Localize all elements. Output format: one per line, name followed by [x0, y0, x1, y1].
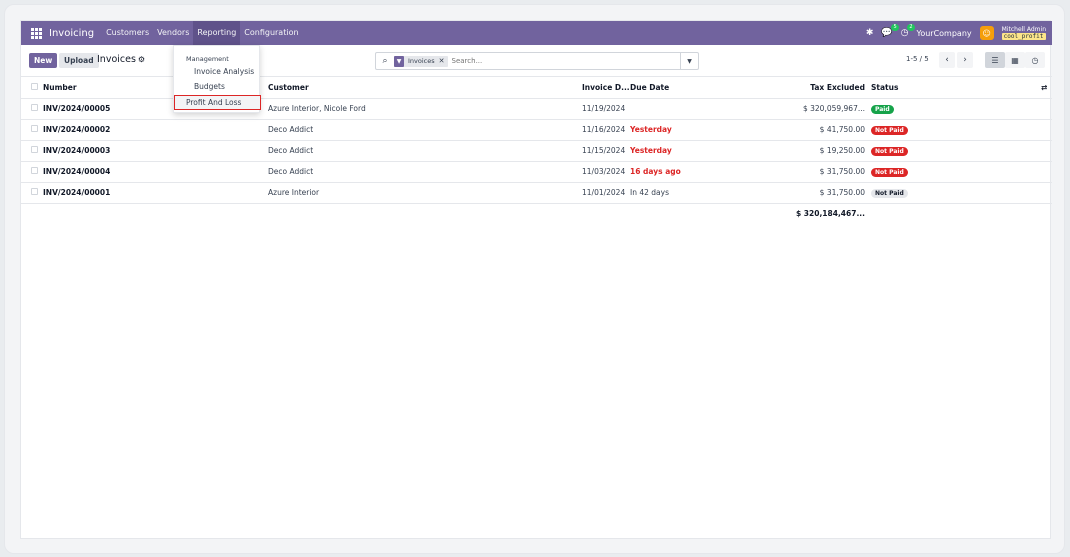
menu-reporting[interactable]: Reporting: [193, 21, 241, 45]
search-icon: ⌕: [382, 56, 388, 66]
chat-icon[interactable]: 💬 5: [881, 24, 899, 38]
status-badge: Not Paid: [871, 167, 908, 177]
column-tax-excluded[interactable]: Tax Excluded: [750, 77, 871, 99]
status-badge: Not Paid: [871, 188, 908, 198]
total-tax-excluded: $ 320,184,467...: [795, 209, 865, 219]
search-input[interactable]: [451, 57, 680, 65]
top-navbar: Invoicing Customers Vendors Reporting Co…: [21, 21, 1052, 45]
invoice-tax-excluded: $ 41,750.00: [750, 119, 871, 141]
invoice-date: 11/03/2024: [582, 161, 630, 183]
row-checkbox[interactable]: [31, 167, 38, 174]
status-badge: Not Paid: [871, 125, 908, 135]
invoice-number: INV/2024/00004: [43, 161, 268, 183]
status-badge: Paid: [871, 104, 894, 114]
pager-value[interactable]: 1-5 / 5: [906, 55, 929, 63]
menu-configuration[interactable]: Configuration: [240, 21, 302, 45]
invoice-tax-excluded: $ 320,059,967...: [750, 98, 871, 120]
invoice-date: 11/16/2024: [582, 119, 630, 141]
kanban-view-button[interactable]: ▦: [1005, 52, 1025, 68]
menu-item-invoice-analysis[interactable]: Invoice Analysis: [194, 67, 254, 76]
search-options-toggle[interactable]: ▼: [680, 53, 698, 69]
invoice-number: INV/2024/00002: [43, 119, 268, 141]
menu-item-profit-and-loss[interactable]: Profit And Loss: [174, 95, 261, 110]
status-badge: Not Paid: [871, 146, 908, 156]
row-checkbox[interactable]: [31, 104, 38, 111]
column-due-date[interactable]: Due Date: [630, 77, 750, 99]
invoice-customer: Azure Interior, Nicole Ford: [268, 98, 582, 120]
list-icon: ☰: [991, 55, 999, 65]
company-switcher[interactable]: YourCompany: [917, 29, 972, 38]
invoice-customer: Deco Addict: [268, 140, 582, 162]
user-name: Mitchell Admin: [1001, 26, 1046, 33]
chevron-right-icon: ›: [963, 55, 967, 65]
invoice-customer: Deco Addict: [268, 119, 582, 141]
table-row[interactable]: INV/2024/00003 Deco Addict 11/15/2024 Ye…: [21, 140, 1052, 162]
invoice-due-date: [630, 98, 750, 120]
table-row[interactable]: INV/2024/00004 Deco Addict 11/03/2024 16…: [21, 161, 1052, 183]
chat-count-badge: 5: [891, 24, 899, 31]
clock-icon: ◷: [1031, 55, 1039, 65]
pager-next-button[interactable]: ›: [957, 52, 973, 68]
invoice-number: INV/2024/00001: [43, 182, 268, 204]
row-checkbox[interactable]: [31, 146, 38, 153]
invoice-date: 11/15/2024: [582, 140, 630, 162]
invoice-customer: Azure Interior: [268, 182, 582, 204]
invoice-date: 11/19/2024: [582, 98, 630, 120]
reporting-dropdown: Management Invoice Analysis Budgets Prof…: [173, 45, 261, 113]
table-total-row: $ 320,184,467...: [21, 203, 1052, 224]
app-name[interactable]: Invoicing: [49, 28, 94, 39]
page-title: Invoices: [97, 54, 136, 65]
invoice-due-date: Yesterday: [630, 140, 750, 162]
bug-icon[interactable]: ✱: [866, 28, 874, 38]
database-name: cool_profit: [1001, 33, 1046, 40]
invoice-customer: Deco Addict: [268, 161, 582, 183]
column-invoice-date[interactable]: Invoice D...: [582, 77, 630, 99]
column-customer[interactable]: Customer: [268, 77, 582, 99]
invoice-number: INV/2024/00003: [43, 140, 268, 162]
search-facet: ▼ Invoices ✕: [394, 55, 448, 67]
systray: ✱ 💬 5 ◷ 2 YourCompany ☺ Mitchell Admin coo…: [866, 21, 1046, 45]
filter-icon: ▼: [394, 55, 404, 67]
new-button[interactable]: New: [29, 53, 58, 68]
invoice-date: 11/01/2024: [582, 182, 630, 204]
table-row[interactable]: INV/2024/00001 Azure Interior 11/01/2024…: [21, 182, 1052, 204]
caret-down-icon: ▼: [687, 57, 692, 65]
user-menu[interactable]: Mitchell Admin cool_profit: [1001, 26, 1046, 40]
optional-columns-icon[interactable]: ⇄: [1041, 83, 1047, 92]
activity-view-button[interactable]: ◷: [1025, 52, 1045, 68]
kanban-icon: ▦: [1011, 55, 1019, 65]
invoice-tax-excluded: $ 19,250.00: [750, 140, 871, 162]
dropdown-section-header: Management: [186, 55, 229, 63]
remove-facet-icon[interactable]: ✕: [439, 57, 448, 65]
app-window: Invoicing Customers Vendors Reporting Co…: [20, 20, 1052, 539]
invoice-tax-excluded: $ 31,750.00: [750, 161, 871, 183]
menu-vendors[interactable]: Vendors: [153, 21, 193, 45]
breadcrumb: Invoices ⚙: [97, 54, 145, 65]
gear-icon[interactable]: ⚙: [138, 55, 145, 64]
apps-menu-icon[interactable]: [25, 21, 47, 45]
pager-previous-button[interactable]: ‹: [939, 52, 955, 68]
menu-customers[interactable]: Customers: [102, 21, 153, 45]
select-all-checkbox[interactable]: [31, 82, 38, 90]
upload-button[interactable]: Upload: [59, 53, 99, 68]
invoice-due-date: Yesterday: [630, 119, 750, 141]
invoice-due-date: 16 days ago: [630, 161, 750, 183]
row-checkbox[interactable]: [31, 125, 38, 132]
chevron-left-icon: ‹: [945, 55, 949, 65]
menu-item-budgets[interactable]: Budgets: [194, 82, 225, 91]
user-avatar[interactable]: ☺: [979, 26, 994, 40]
list-view-button[interactable]: ☰: [985, 52, 1005, 68]
table-row[interactable]: INV/2024/00002 Deco Addict 11/16/2024 Ye…: [21, 119, 1052, 141]
column-status[interactable]: Status: [871, 77, 1041, 99]
activity-count-badge: 2: [907, 24, 915, 31]
row-checkbox[interactable]: [31, 188, 38, 195]
invoice-tax-excluded: $ 31,750.00: [750, 182, 871, 204]
activity-clock-icon[interactable]: ◷ 2: [901, 24, 915, 38]
invoice-due-date: In 42 days: [630, 182, 750, 204]
facet-label: Invoices: [408, 57, 435, 65]
search-bar: ⌕ ▼ Invoices ✕ ▼: [375, 52, 699, 70]
